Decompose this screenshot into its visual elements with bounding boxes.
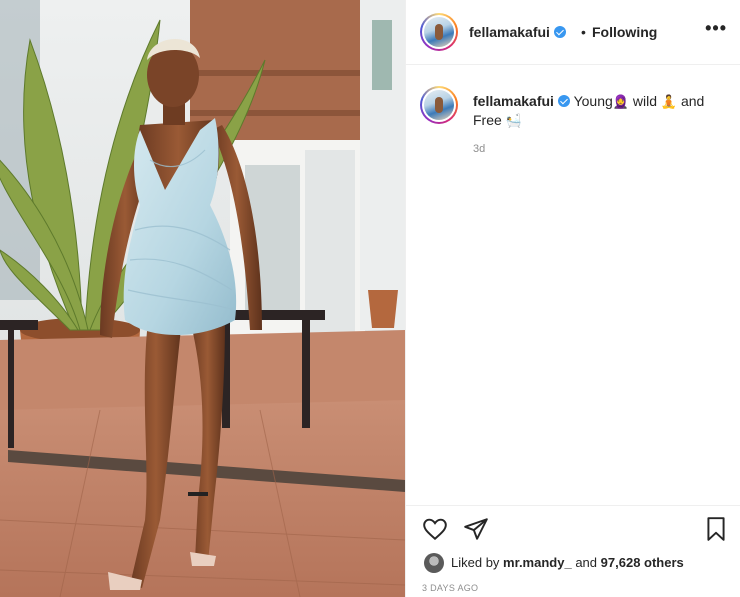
heart-icon[interactable] [422,516,448,542]
caption-verified-badge-icon [557,95,570,107]
post-date[interactable]: 3 DAYS AGO [422,583,478,593]
liked-by-prefix: Liked by [451,555,500,570]
verified-badge-icon [553,26,566,38]
bath-emoji-icon: 🛀 [505,113,522,128]
author-username[interactable]: fellamakafui [469,24,550,40]
caption-text-1: Young [573,93,613,109]
post-side-panel: fellamakafui • Following ••• fellamakafu… [405,0,740,597]
hijab-emoji-icon: 🧕 [612,94,629,109]
more-options-icon[interactable]: ••• [705,18,727,39]
photo-image [0,0,405,597]
likes-count-link[interactable]: 97,628 others [601,555,684,570]
post-photo[interactable] [0,0,405,597]
liked-by-and: and [575,555,598,570]
post-caption: fellamakafui Young🧕 wild 🧘 and Free 🛀 [473,92,728,130]
bookmark-icon[interactable] [703,516,729,542]
caption-text-2: wild [632,93,657,109]
author-avatar[interactable] [420,13,458,51]
post-actions: Liked by mr.mandy_ and 97,628 others 3 D… [406,505,740,597]
caption-author-avatar[interactable] [420,86,458,124]
yoga-emoji-icon: 🧘 [660,94,678,109]
send-icon[interactable] [463,516,489,542]
liker-username-link[interactable]: mr.mandy_ [503,555,572,570]
author-username-link[interactable]: fellamakafui [469,24,566,40]
caption-username[interactable]: fellamakafui [473,93,554,109]
post-header: fellamakafui • Following ••• [406,0,740,65]
caption-age[interactable]: 3d [473,143,485,155]
liked-by-text: Liked by mr.mandy_ and 97,628 others [451,555,684,570]
liker-avatar[interactable] [424,553,444,573]
header-separator: • [581,24,586,40]
following-button[interactable]: Following [592,24,657,40]
